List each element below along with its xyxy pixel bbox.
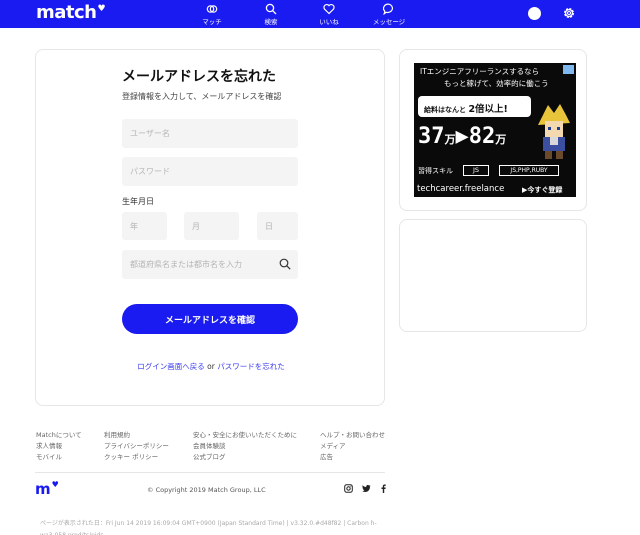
avatar[interactable] bbox=[528, 7, 541, 20]
ad-speech-bubble: 給料はなんと 2倍以上! bbox=[418, 96, 531, 117]
pixel-character-icon bbox=[538, 104, 570, 159]
password-input[interactable] bbox=[122, 157, 298, 186]
footer-divider bbox=[35, 472, 385, 473]
forgot-email-card: メールアドレスを忘れた 登録情報を入力して、メールアドレスを確認 生年月日 メー… bbox=[35, 49, 385, 406]
page-title: メールアドレスを忘れた bbox=[122, 69, 276, 85]
ad-salary-figures: 37万▶82万 bbox=[418, 124, 507, 149]
search-icon bbox=[265, 3, 277, 14]
footer-link[interactable]: 公式ブログ bbox=[193, 452, 297, 463]
birth-day-input[interactable] bbox=[257, 212, 298, 240]
instagram-icon[interactable] bbox=[344, 484, 353, 493]
ad-banner[interactable]: ITエンジニアフリーランスするなら もっと稼げて、効率的に働こう 給料はなんと … bbox=[414, 63, 576, 197]
page-subtitle: 登録情報を入力して、メールアドレスを確認 bbox=[122, 92, 282, 101]
footer-column-help: ヘルプ・お問い合わせ メディア 広告 bbox=[320, 430, 385, 463]
ad-skill-langs: JS,PHP,RUBY bbox=[499, 165, 559, 176]
ad-panel: ITエンジニアフリーランスするなら もっと稼げて、効率的に働こう 給料はなんと … bbox=[399, 49, 587, 211]
search-icon[interactable] bbox=[279, 258, 291, 270]
ad-choices-icon[interactable] bbox=[563, 65, 574, 74]
ad-skill-js: JS bbox=[463, 165, 489, 176]
footer-link[interactable]: 求人情報 bbox=[36, 441, 82, 452]
footer-link[interactable]: 安心・安全にお使いいただくために bbox=[193, 430, 297, 441]
footer-logo[interactable]: m ♥ bbox=[35, 480, 59, 498]
heart-icon: ♥ bbox=[97, 4, 106, 14]
birth-year-input[interactable] bbox=[122, 212, 167, 240]
auth-links: ログイン画面へ戻る or パスワードを忘れた bbox=[36, 361, 386, 372]
nav-messages[interactable]: メッセージ bbox=[370, 0, 408, 28]
footer-link[interactable]: 会員体験談 bbox=[193, 441, 297, 452]
nav-match[interactable]: マッチ bbox=[198, 0, 226, 28]
ad-panel-empty bbox=[399, 219, 587, 332]
nav-like-label: いいね bbox=[319, 17, 339, 26]
page-meta-info: ページが表示された日：Fri Jun 14 2019 16:09:04 GMT+… bbox=[40, 520, 377, 535]
ad-cta[interactable]: ▶今すぐ登録 bbox=[522, 185, 562, 195]
match-logo[interactable]: match ♥ bbox=[36, 2, 106, 23]
username-input[interactable] bbox=[122, 119, 298, 148]
confirm-email-button[interactable]: メールアドレスを確認 bbox=[122, 304, 298, 334]
nav-messages-label: メッセージ bbox=[372, 17, 406, 26]
heart-icon: ♥ bbox=[51, 480, 59, 489]
footer-column-legal: 利用規約 プライバシーポリシー クッキー ポリシー bbox=[104, 430, 169, 463]
birth-month-input[interactable] bbox=[184, 212, 239, 240]
nav-search[interactable]: 検索 bbox=[258, 0, 284, 28]
footer-link[interactable]: モバイル bbox=[36, 452, 82, 463]
heart-icon bbox=[323, 3, 335, 14]
nav-match-label: マッチ bbox=[202, 17, 222, 26]
footer-link[interactable]: メディア bbox=[320, 441, 385, 452]
footer-link[interactable]: クッキー ポリシー bbox=[104, 452, 169, 463]
forgot-password-link[interactable]: パスワードを忘れた bbox=[217, 362, 285, 371]
top-navigation-bar: match ♥ マッチ 検索 いいね メッセージ bbox=[0, 0, 640, 28]
or-separator: or bbox=[207, 362, 215, 371]
gear-icon[interactable] bbox=[562, 6, 576, 20]
twitter-icon[interactable] bbox=[362, 484, 371, 493]
city-input[interactable] bbox=[122, 250, 298, 279]
footer-link[interactable]: プライバシーポリシー bbox=[104, 441, 169, 452]
copyright: © Copyright 2019 Match Group, LLC bbox=[147, 486, 266, 494]
footer-link[interactable]: ヘルプ・お問い合わせ bbox=[320, 430, 385, 441]
nav-search-label: 検索 bbox=[264, 17, 278, 26]
back-to-login-link[interactable]: ログイン画面へ戻る bbox=[137, 362, 205, 371]
footer-column-about: Matchについて 求人情報 モバイル bbox=[36, 430, 82, 463]
footer-link[interactable]: 広告 bbox=[320, 452, 385, 463]
footer-column-safety: 安心・安全にお使いいただくために 会員体験談 公式ブログ bbox=[193, 430, 297, 463]
ad-skill-label: 習得スキル bbox=[418, 167, 453, 175]
ad-headline: ITエンジニアフリーランスするなら bbox=[420, 67, 540, 76]
facebook-icon[interactable] bbox=[379, 484, 388, 493]
chat-bubble-icon bbox=[383, 3, 394, 15]
rings-icon bbox=[206, 4, 218, 13]
ad-tagline: もっと稼げて、効率的に働こう bbox=[444, 79, 549, 88]
ad-domain: techcareer.freelance bbox=[417, 184, 505, 194]
birthdate-label: 生年月日 bbox=[122, 197, 154, 206]
footer-link[interactable]: Matchについて bbox=[36, 430, 82, 441]
nav-like[interactable]: いいね bbox=[316, 0, 342, 28]
footer-link[interactable]: 利用規約 bbox=[104, 430, 169, 441]
